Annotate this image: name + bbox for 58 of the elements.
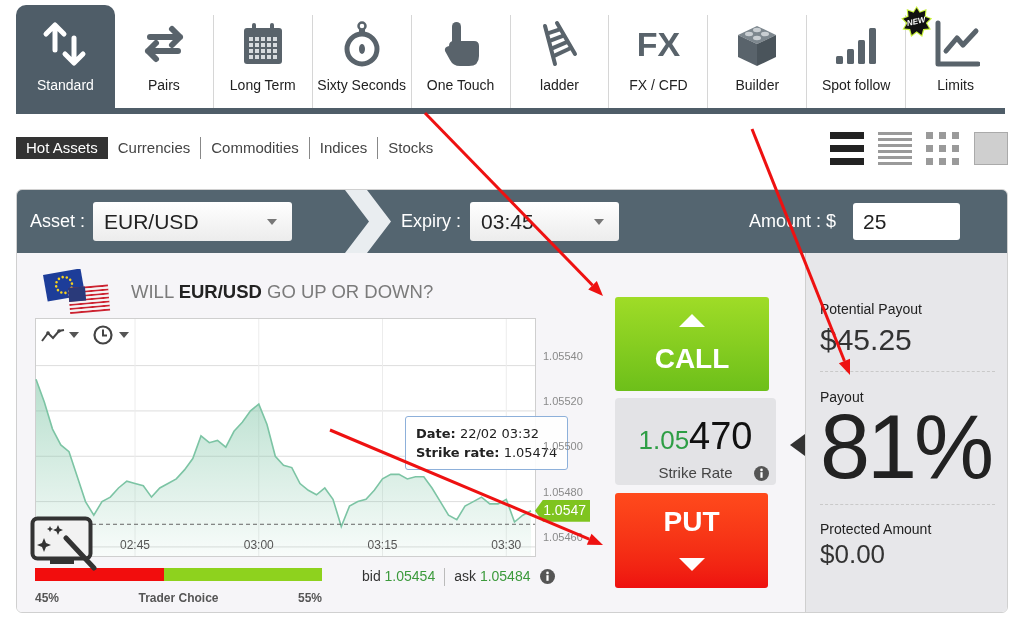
time-range-dropdown[interactable]	[93, 325, 129, 345]
chevron-icon	[345, 190, 392, 253]
chart-type-dropdown[interactable]	[41, 327, 79, 343]
x-axis-label: 03:30	[491, 538, 522, 552]
category-tab[interactable]: Stocks	[377, 137, 444, 159]
payout-label: Payout	[820, 389, 865, 405]
info-icon[interactable]	[754, 465, 769, 481]
question-heading: WILL EUR/USD GO UP OR DOWN?	[131, 280, 434, 305]
y-axis-label: 1.05540	[543, 349, 583, 362]
caret-icon	[119, 332, 129, 338]
put-share-label: 45%	[35, 590, 60, 607]
x-axis-label: 02:45	[120, 538, 150, 552]
grid-view-icon[interactable]	[926, 131, 960, 165]
x-axis-label: 03:15	[367, 538, 398, 552]
category-tab[interactable]: Commodities	[200, 137, 309, 159]
product-tab[interactable]: Builder	[708, 15, 808, 108]
call-share-label: 55%	[297, 590, 322, 607]
payout-percentage: 81%	[820, 407, 993, 487]
down-triangle-icon	[678, 558, 705, 571]
compact-list-view-icon[interactable]	[878, 131, 912, 165]
amount-input[interactable]: 25	[853, 203, 960, 240]
product-tab[interactable]: Long Term	[213, 15, 313, 108]
y-axis-label: 1.05460	[543, 530, 583, 543]
product-tab[interactable]: Standard	[16, 5, 115, 108]
eu-us-flags-icon	[40, 269, 112, 315]
strike-rate-value: 1.05470	[638, 417, 753, 455]
category-tab[interactable]: Indices	[308, 137, 378, 159]
expiry-label: Expiry :	[401, 210, 462, 233]
y-axis-label: 1.05520	[543, 394, 583, 407]
y-axis-label: 1.05480	[543, 485, 583, 498]
put-button[interactable]: PUT	[615, 493, 768, 588]
up-triangle-icon	[679, 314, 705, 327]
magic-wand-screen-icon	[30, 516, 98, 571]
product-tab[interactable]: One Touch	[411, 15, 511, 108]
asset-label: Asset :	[30, 210, 86, 233]
info-icon[interactable]	[540, 569, 556, 584]
x-axis-label: 03:00	[243, 538, 274, 552]
caret-icon	[69, 332, 79, 338]
trader-choice-label: Trader Choice	[138, 590, 219, 607]
asset-select[interactable]: EUR/USD	[93, 202, 293, 241]
line-chart-icon	[41, 327, 65, 343]
caret-icon	[267, 218, 278, 225]
ask-price: ask 1.05484	[454, 567, 531, 586]
tooltip-line: Date: 22/02 03:32	[416, 425, 540, 443]
clock-icon	[93, 325, 113, 345]
category-tab[interactable]: Hot Assets	[16, 137, 108, 159]
strike-rate-label: Strike Rate	[658, 463, 733, 483]
current-price-tag: 1.0547	[535, 499, 590, 522]
category-tab[interactable]: Currencies	[107, 137, 201, 159]
tile-view-icon[interactable]	[974, 131, 1008, 165]
protected-amount-value: $0.00	[820, 540, 887, 568]
new-badge: NEW	[901, 6, 933, 37]
caret-icon	[594, 218, 605, 225]
left-pointer-icon	[790, 434, 805, 456]
bid-price: bid 1.05454	[362, 567, 436, 586]
list-view-icon[interactable]	[830, 131, 864, 165]
tab-glyph: FX	[636, 24, 681, 65]
protected-amount-label: Protected Amount	[820, 521, 933, 537]
